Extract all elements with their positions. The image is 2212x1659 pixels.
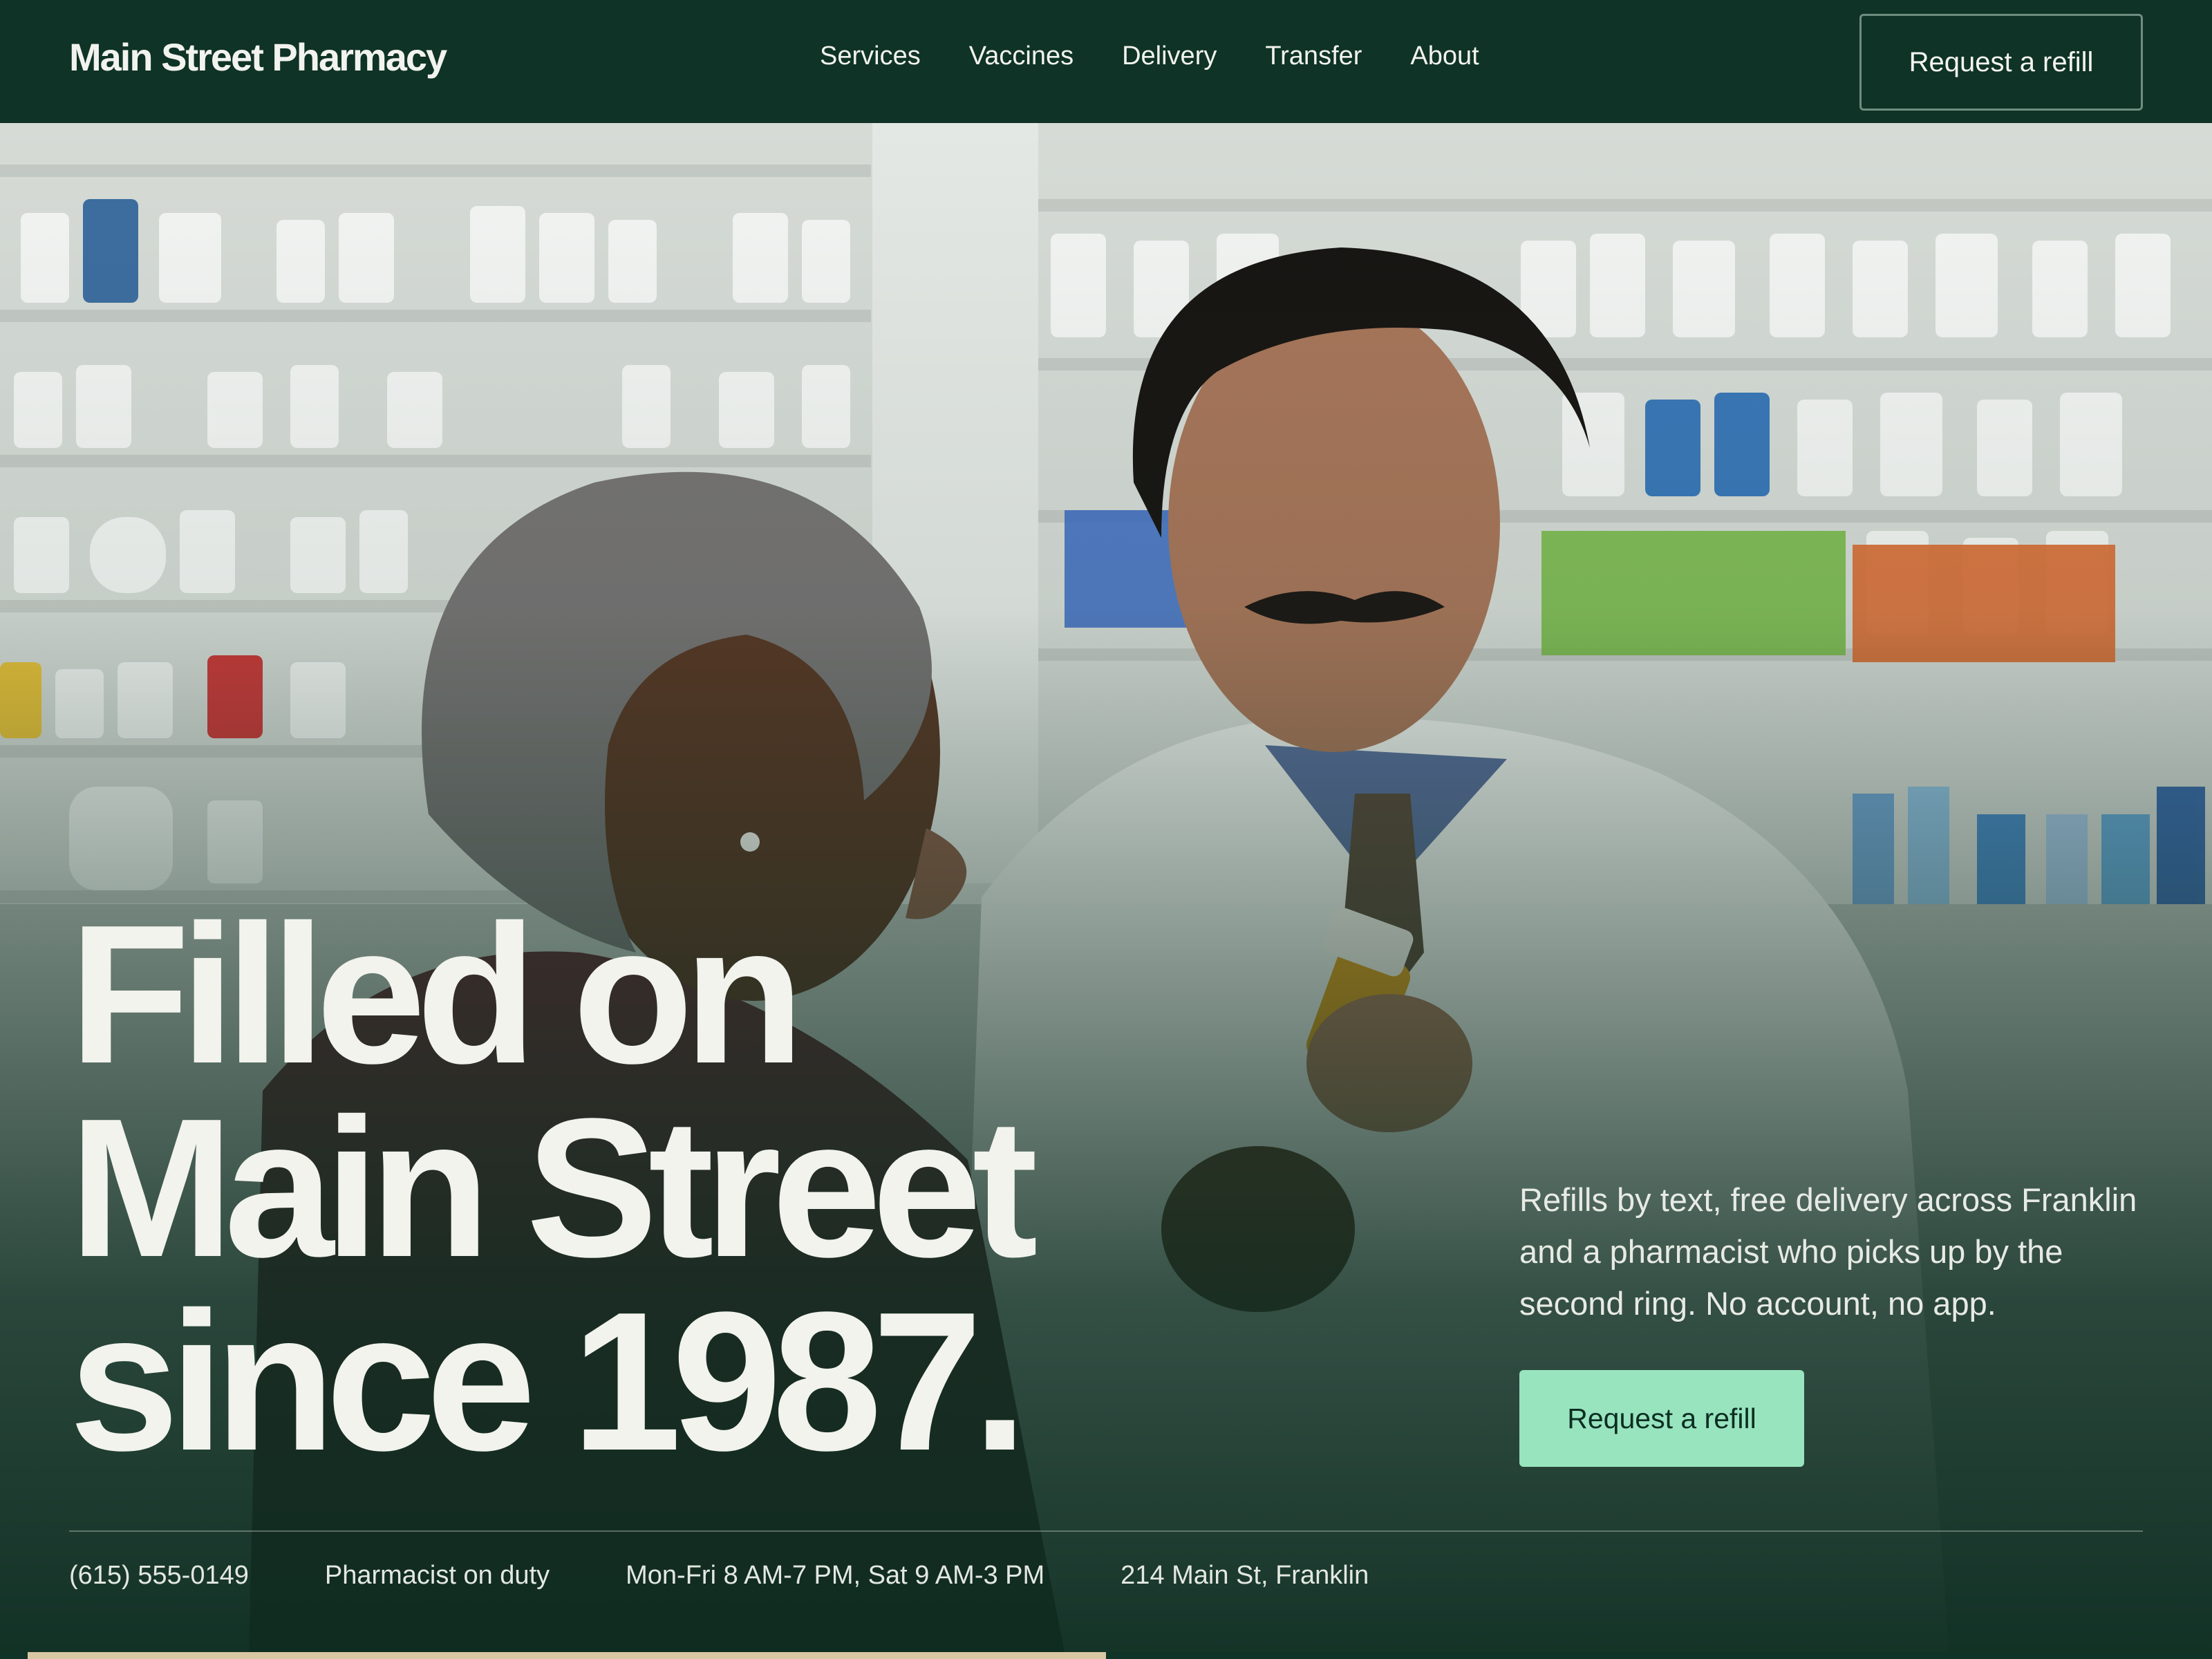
top-navbar: Main Street Pharmacy Services Vaccines D… (0, 0, 2212, 123)
hero-heading: Filled on Main Street since 1987. (69, 883, 1382, 1492)
next-section-peek (0, 1652, 2212, 1659)
phone-link[interactable]: (615) 555-0149 (69, 1561, 249, 1591)
nav-link-transfer[interactable]: Transfer (1265, 41, 1362, 71)
pharmacist-status: Pharmacist on duty (324, 1561, 550, 1590)
store-hours: Mon-Fri 8 AM-7 PM, Sat 9 AM-3 PM (626, 1561, 1045, 1590)
hero-section: Filled on Main Street since 1987. Refill… (0, 123, 2212, 1652)
hero-divider (69, 1530, 2143, 1532)
hero-subtext: Refills by text, free delivery across Fr… (1519, 1181, 2137, 1322)
nav-link-services[interactable]: Services (820, 41, 921, 71)
brand-logo[interactable]: Main Street Pharmacy (69, 35, 447, 79)
nav-link-delivery[interactable]: Delivery (1122, 41, 1217, 71)
nav-request-refill-button[interactable]: Request a refill (1859, 14, 2143, 111)
store-address[interactable]: 214 Main St, Franklin (1121, 1561, 1369, 1591)
hero-request-refill-button[interactable]: Request a refill (1519, 1370, 1804, 1467)
next-section-image-edge (28, 1652, 1106, 1659)
hero-heading-line-3: since 1987. (69, 1271, 1028, 1492)
hero-heading-line-2: Main Street (69, 1077, 1038, 1298)
nav-link-vaccines[interactable]: Vaccines (969, 41, 1074, 71)
nav-link-about[interactable]: About (1410, 41, 1479, 71)
main-nav: Services Vaccines Delivery Transfer Abou… (820, 41, 1528, 71)
hero-heading-line-1: Filled on (69, 883, 805, 1105)
contact-info-bar: (615) 555-0149 Pharmacist on duty Mon-Fr… (69, 1561, 1445, 1591)
